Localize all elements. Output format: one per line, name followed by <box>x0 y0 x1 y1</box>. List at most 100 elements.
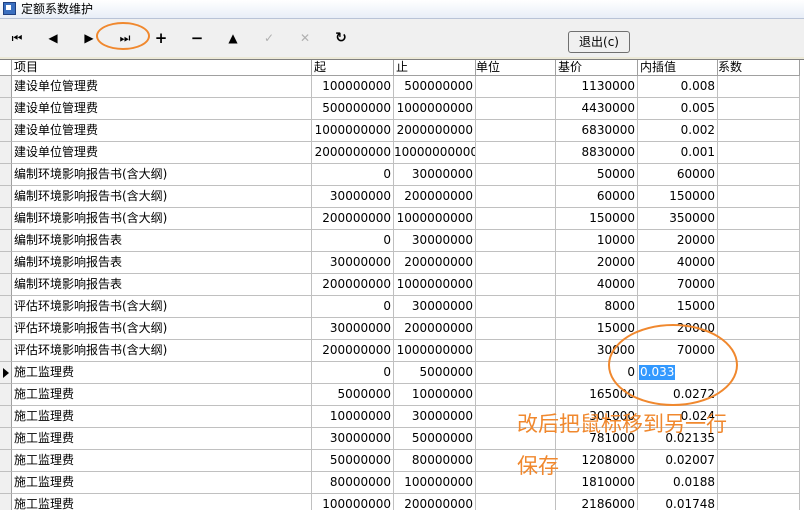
cell-to[interactable]: 30000000 <box>394 230 476 252</box>
cell-item[interactable]: 施工监理费 <box>12 472 312 494</box>
cell-item[interactable]: 施工监理费 <box>12 406 312 428</box>
cell-from[interactable]: 2000000000 <box>312 142 394 164</box>
cell-to[interactable]: 10000000 <box>394 384 476 406</box>
cell-to[interactable]: 50000000 <box>394 428 476 450</box>
cell-base-price[interactable]: 165000 <box>556 384 638 406</box>
cell-from[interactable]: 100000000 <box>312 494 394 510</box>
cell-coefficient[interactable] <box>718 472 800 494</box>
cell-coefficient[interactable] <box>718 98 800 120</box>
cell-to[interactable]: 1000000000 <box>394 340 476 362</box>
post-record-icon[interactable]: ✓ <box>258 28 280 48</box>
cell-interpolation[interactable]: 70000 <box>638 340 718 362</box>
table-row[interactable]: 评估环境影响报告书(含大纲) 0 30000000 8000 15000 <box>0 296 804 318</box>
cell-coefficient[interactable] <box>718 142 800 164</box>
cell-from[interactable]: 500000000 <box>312 98 394 120</box>
cell-base-price[interactable]: 60000 <box>556 186 638 208</box>
cell-interpolation[interactable]: 0.02007 <box>638 450 718 472</box>
header-coefficient[interactable]: 系数 <box>718 60 800 76</box>
cell-base-price[interactable]: 15000 <box>556 318 638 340</box>
cell-from[interactable]: 1000000000 <box>312 120 394 142</box>
cell-to[interactable]: 1000000000 <box>394 274 476 296</box>
cell-coefficient[interactable] <box>718 318 800 340</box>
cell-from[interactable]: 30000000 <box>312 252 394 274</box>
table-row[interactable]: 编制环境影响报告书(含大纲) 200000000 1000000000 150000 3… <box>0 208 804 230</box>
cell-interpolation[interactable]: 0.0188 <box>638 472 718 494</box>
cell-to[interactable]: 2000000000 <box>394 120 476 142</box>
table-row[interactable]: 编制环境影响报告书(含大纲) 0 30000000 50000 60000 <box>0 164 804 186</box>
table-row[interactable]: 编制环境影响报告书(含大纲) 30000000 200000000 60000 1500… <box>0 186 804 208</box>
cell-to[interactable]: 200000000 <box>394 252 476 274</box>
cell-to[interactable]: 200000000 <box>394 186 476 208</box>
cell-item[interactable]: 施工监理费 <box>12 362 312 384</box>
edit-record-icon[interactable]: ▲ <box>222 28 244 48</box>
cell-interpolation[interactable]: 0.005 <box>638 98 718 120</box>
table-row[interactable]: 建设单位管理费 500000000 1000000000 4430000 0.005 <box>0 98 804 120</box>
row-indicator[interactable] <box>0 186 12 208</box>
cell-interpolation[interactable]: 15000 <box>638 296 718 318</box>
cell-item[interactable]: 施工监理费 <box>12 494 312 510</box>
cell-base-price[interactable]: 4430000 <box>556 98 638 120</box>
row-indicator[interactable] <box>0 142 12 164</box>
cell-base-price[interactable]: 1208000 <box>556 450 638 472</box>
exit-button[interactable]: 退出(c) <box>568 31 630 53</box>
cell-item[interactable]: 评估环境影响报告书(含大纲) <box>12 340 312 362</box>
cell-unit[interactable] <box>476 318 556 340</box>
row-indicator[interactable] <box>0 472 12 494</box>
cell-from[interactable]: 0 <box>312 296 394 318</box>
header-to[interactable]: 止 <box>394 60 476 76</box>
refresh-icon[interactable]: ↻ <box>330 28 352 48</box>
cell-from[interactable]: 0 <box>312 230 394 252</box>
cell-item[interactable]: 编制环境影响报告书(含大纲) <box>12 186 312 208</box>
prior-record-icon[interactable]: ◀ <box>42 28 64 48</box>
cell-base-price[interactable]: 8830000 <box>556 142 638 164</box>
cell-editor-selection[interactable]: 0.033 <box>639 365 676 380</box>
row-indicator[interactable] <box>0 318 12 340</box>
cell-item[interactable]: 建设单位管理费 <box>12 142 312 164</box>
cell-item[interactable]: 建设单位管理费 <box>12 120 312 142</box>
cell-from[interactable]: 200000000 <box>312 274 394 296</box>
cell-item[interactable]: 评估环境影响报告书(含大纲) <box>12 296 312 318</box>
cell-coefficient[interactable] <box>718 120 800 142</box>
delete-record-icon[interactable]: − <box>186 28 208 48</box>
row-indicator[interactable] <box>0 384 12 406</box>
cell-unit[interactable] <box>476 340 556 362</box>
cell-base-price[interactable]: 50000 <box>556 164 638 186</box>
header-unit[interactable]: 单位 <box>476 60 556 76</box>
cell-interpolation[interactable]: 40000 <box>638 252 718 274</box>
cell-item[interactable]: 编制环境影响报告表 <box>12 274 312 296</box>
cell-unit[interactable] <box>476 76 556 98</box>
cell-unit[interactable] <box>476 494 556 510</box>
row-indicator[interactable] <box>0 252 12 274</box>
cell-interpolation[interactable]: 0.033 <box>638 362 718 384</box>
cell-base-price[interactable]: 40000 <box>556 274 638 296</box>
cell-from[interactable]: 200000000 <box>312 340 394 362</box>
cell-item[interactable]: 施工监理费 <box>12 450 312 472</box>
cell-to[interactable]: 200000000 <box>394 494 476 510</box>
cell-interpolation[interactable]: 70000 <box>638 274 718 296</box>
cell-coefficient[interactable] <box>718 362 800 384</box>
cell-interpolation[interactable]: 0.002 <box>638 120 718 142</box>
table-row[interactable]: 编制环境影响报告表 200000000 1000000000 40000 70000 <box>0 274 804 296</box>
cell-to[interactable]: 500000000 <box>394 76 476 98</box>
cell-base-price[interactable]: 0 <box>556 362 638 384</box>
cell-item[interactable]: 施工监理费 <box>12 428 312 450</box>
cell-item[interactable]: 建设单位管理费 <box>12 98 312 120</box>
cell-base-price[interactable]: 20000 <box>556 252 638 274</box>
header-base-price[interactable]: 基价 <box>556 60 638 76</box>
row-indicator[interactable] <box>0 340 12 362</box>
cell-coefficient[interactable] <box>718 296 800 318</box>
cell-from[interactable]: 0 <box>312 164 394 186</box>
row-indicator[interactable] <box>0 230 12 252</box>
cell-base-price[interactable]: 8000 <box>556 296 638 318</box>
row-indicator[interactable] <box>0 98 12 120</box>
cell-item[interactable]: 编制环境影响报告书(含大纲) <box>12 164 312 186</box>
row-indicator[interactable] <box>0 296 12 318</box>
cell-base-price[interactable]: 1810000 <box>556 472 638 494</box>
cell-interpolation[interactable]: 350000 <box>638 208 718 230</box>
cell-coefficient[interactable] <box>718 186 800 208</box>
cell-coefficient[interactable] <box>718 406 800 428</box>
row-indicator[interactable] <box>0 120 12 142</box>
cell-item[interactable]: 评估环境影响报告书(含大纲) <box>12 318 312 340</box>
row-indicator[interactable] <box>0 164 12 186</box>
cell-interpolation[interactable]: 150000 <box>638 186 718 208</box>
